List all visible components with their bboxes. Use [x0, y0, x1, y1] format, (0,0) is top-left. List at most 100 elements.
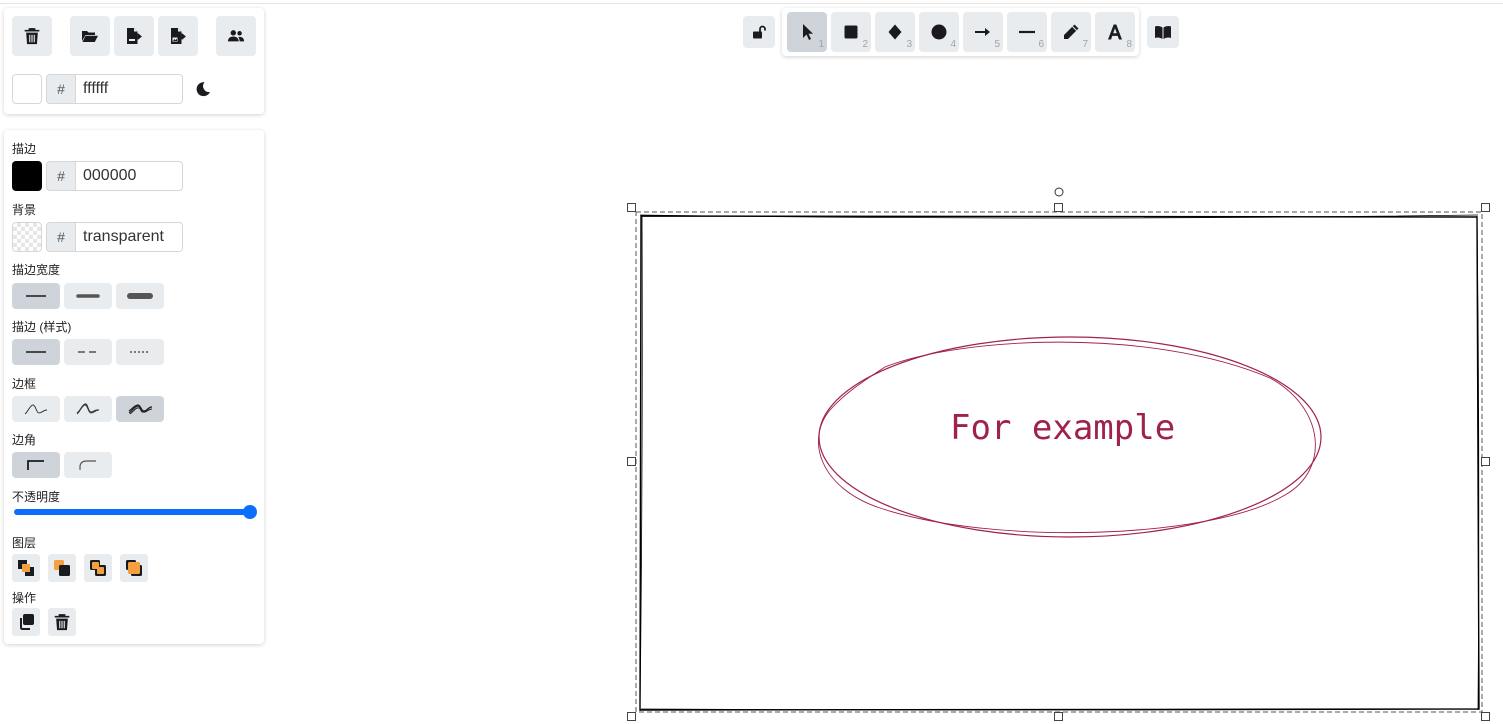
tool-arrow[interactable]: 5 [963, 12, 1003, 52]
lock-open-icon [753, 25, 766, 39]
resize-handle-sw[interactable] [627, 712, 636, 721]
tool-draw[interactable]: 7 [1051, 12, 1091, 52]
edges-round-option[interactable] [64, 452, 112, 478]
tool-line[interactable]: 6 [1007, 12, 1047, 52]
stroke-color-input[interactable] [76, 161, 183, 191]
text-icon [1108, 24, 1122, 40]
background-color-swatch[interactable] [12, 222, 42, 252]
stroke-width-label: 描边宽度 [12, 263, 61, 277]
sloppiness-cartoonist-option[interactable] [116, 396, 164, 422]
resize-handle-se[interactable] [1481, 712, 1490, 721]
library-button[interactable] [1147, 16, 1179, 48]
opacity-slider[interactable] [14, 505, 258, 519]
bring-forward-button[interactable] [84, 554, 112, 582]
resize-handle-s[interactable] [1054, 712, 1063, 721]
trash-icon [24, 28, 40, 45]
file-image-export-icon [171, 28, 186, 44]
book-open-icon [1155, 25, 1171, 39]
tool-diamond-shortcut: 3 [906, 39, 912, 50]
stroke-style-label: 描边 (样式) [12, 320, 72, 334]
duplicate-button[interactable] [12, 608, 40, 636]
tool-diamond[interactable]: 3 [875, 12, 915, 52]
tool-selection[interactable]: 1 [787, 12, 827, 52]
tool-draw-shortcut: 7 [1082, 39, 1088, 50]
sloppiness-architect-option[interactable] [12, 396, 60, 422]
tool-rectangle-shortcut: 2 [862, 39, 868, 50]
send-backward-button[interactable] [48, 554, 76, 582]
tool-ellipse-shortcut: 4 [950, 39, 956, 50]
top-border [0, 0, 1503, 4]
send-to-back-icon [18, 560, 34, 576]
stroke-style-solid-option[interactable] [12, 339, 60, 365]
tool-text-shortcut: 8 [1126, 39, 1132, 50]
pencil-icon [1064, 24, 1079, 39]
edges-sharp-option[interactable] [12, 452, 60, 478]
sharp-corner-icon [27, 460, 44, 470]
opacity-slider-thumb[interactable] [243, 505, 257, 519]
collaborate-button[interactable] [216, 16, 256, 56]
tool-ellipse[interactable]: 4 [919, 12, 959, 52]
stroke-hash: # [46, 161, 76, 191]
folder-open-icon [82, 31, 98, 42]
resize-handle-w[interactable] [627, 457, 636, 466]
line-icon [1019, 30, 1035, 34]
properties-panel: 描边 # 背景 # 描边宽度 描边 (样式) 边框 边角 不透明度 图层 操作 [4, 130, 264, 644]
stroke-width-bold-option[interactable] [64, 283, 112, 309]
bring-to-front-button[interactable] [120, 554, 148, 582]
selection-box [635, 211, 1483, 713]
tool-text[interactable]: 8 [1095, 12, 1135, 52]
clear-canvas-button[interactable] [12, 16, 52, 56]
canvas-text[interactable]: For example [950, 408, 1190, 448]
stroke-label: 描边 [12, 142, 37, 156]
circle-icon [931, 24, 947, 40]
canvas-background-hash: # [46, 74, 76, 104]
send-to-back-button[interactable] [12, 554, 40, 582]
resize-handle-ne[interactable] [1481, 203, 1490, 212]
moon-icon [196, 82, 210, 97]
background-label: 背景 [12, 203, 37, 217]
dotted-line-icon [130, 351, 150, 353]
rectangle-shape[interactable] [639, 214, 1480, 712]
delete-icon [54, 614, 70, 631]
resize-handle-nw[interactable] [627, 203, 636, 212]
stroke-width-thin-option[interactable] [12, 283, 60, 309]
background-color-input[interactable] [76, 222, 183, 252]
stroke-color-swatch[interactable] [12, 161, 42, 191]
resize-handle-n[interactable] [1054, 203, 1063, 212]
canvas-background-swatch[interactable] [12, 74, 42, 104]
cartoonist-stroke-icon [128, 404, 153, 415]
stroke-style-dotted-option[interactable] [116, 339, 164, 365]
open-file-button[interactable] [70, 16, 110, 56]
delete-button[interactable] [48, 608, 76, 636]
tool-line-shortcut: 6 [1038, 39, 1044, 50]
opacity-slider-track [14, 509, 250, 515]
square-icon [844, 25, 858, 39]
stroke-width-extra-bold-option[interactable] [116, 283, 164, 309]
bold-line-icon [76, 294, 100, 298]
bring-forward-icon [90, 560, 106, 576]
tool-arrow-shortcut: 5 [994, 39, 1000, 50]
architect-stroke-icon [24, 404, 48, 415]
tool-selection-shortcut: 1 [818, 39, 824, 50]
rotation-handle[interactable] [1054, 187, 1064, 197]
background-hash: # [46, 222, 76, 252]
extra-bold-line-icon [127, 293, 153, 299]
theme-toggle-button[interactable] [192, 78, 214, 100]
save-file-button[interactable] [114, 16, 154, 56]
canvas-background-input[interactable] [76, 74, 183, 104]
diamond-icon [888, 24, 902, 40]
file-export-icon [127, 28, 142, 44]
solid-line-icon [26, 351, 46, 353]
sloppiness-label: 边框 [12, 377, 37, 391]
export-image-button[interactable] [158, 16, 198, 56]
tool-rectangle[interactable]: 2 [831, 12, 871, 52]
lock-toggle-button[interactable] [743, 16, 775, 48]
round-corner-icon [79, 460, 96, 470]
stroke-style-dashed-option[interactable] [64, 339, 112, 365]
actions-label: 操作 [12, 591, 37, 605]
duplicate-icon [20, 614, 34, 630]
cursor-icon [803, 24, 813, 40]
thin-line-icon [26, 295, 46, 297]
sloppiness-artist-option[interactable] [64, 396, 112, 422]
resize-handle-e[interactable] [1481, 457, 1490, 466]
